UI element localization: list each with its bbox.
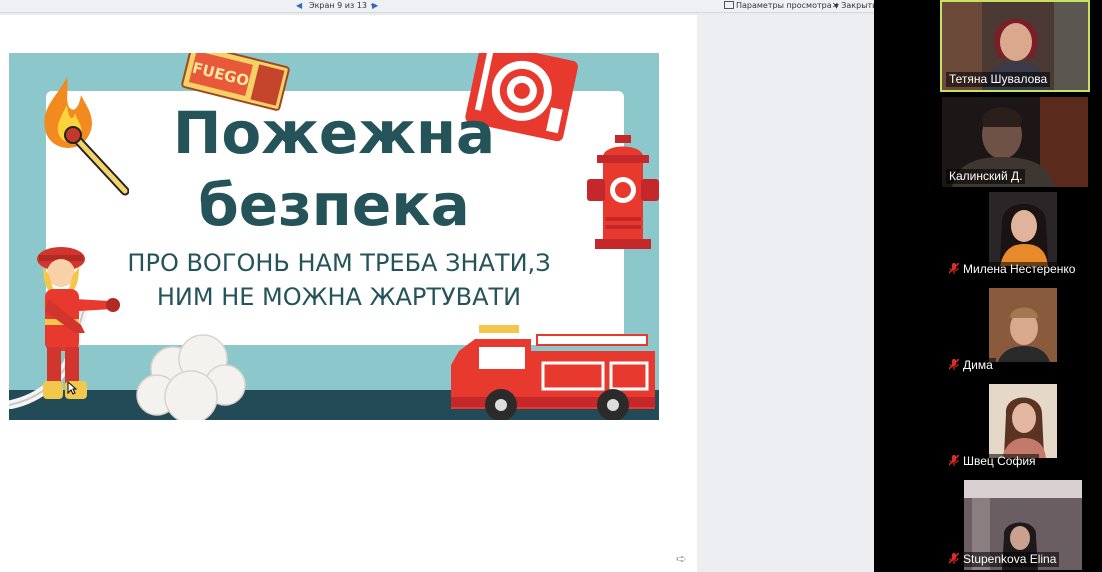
fire-hydrant-icon — [587, 135, 659, 249]
close-label: Закрыть — [841, 1, 874, 10]
screen-share-toolbar: ◀ Экран 9 из 13 ▼ ▶ Параметры просмотра ▼… — [0, 0, 874, 13]
mic-muted-icon — [949, 359, 959, 370]
mic-muted-icon — [949, 263, 959, 274]
mic-muted-icon — [949, 455, 959, 466]
view-options-button[interactable]: Параметры просмотра ▼ — [724, 1, 839, 12]
screen-counter-dropdown[interactable]: Экран 9 из 13 ▼ — [309, 1, 376, 12]
slide-subtitle: ПРО ВОГОНЬ НАМ ТРЕБА ЗНАТИ,З НИМ НЕ МОЖН… — [127, 249, 551, 311]
shared-screen-area: ◀ Экран 9 из 13 ▼ ▶ Параметры просмотра ▼… — [0, 0, 874, 572]
next-slide-arrow-icon[interactable]: ➪ — [676, 552, 687, 567]
participant-name: Милена Нестеренко — [946, 262, 1079, 277]
slide: FUEGO Пожежна безпека ПРО ВОГОНЬ НАМ ТРЕ… — [9, 53, 659, 420]
participant-name: Stupenkova Elina — [946, 552, 1060, 567]
smoke-cloud-icon — [136, 334, 246, 420]
view-options-label: Параметры просмотра — [736, 1, 832, 10]
presentation-background — [697, 15, 874, 572]
fire-truck-icon — [451, 325, 655, 420]
slide-title: Пожежна безпека — [172, 99, 496, 239]
screen-counter-label: Экран 9 из 13 — [309, 1, 367, 10]
presentation-page: FUEGO Пожежна безпека ПРО ВОГОНЬ НАМ ТРЕ… — [0, 15, 697, 572]
participant-tile[interactable]: Швец София — [942, 384, 1088, 472]
participant-tile[interactable]: Дима — [942, 288, 1088, 376]
participants-gallery: Тетяна Шувалова Калинский Д. Милена Нест… — [874, 0, 1102, 572]
mic-muted-icon — [949, 553, 959, 564]
participant-name: Калинский Д. — [946, 169, 1026, 184]
close-icon: ✕ — [832, 1, 839, 10]
participant-name: Тетяна Шувалова — [946, 72, 1051, 87]
next-screen-button[interactable]: ▶ — [372, 1, 378, 11]
monitor-icon — [724, 1, 734, 9]
mouse-cursor-icon — [67, 381, 77, 395]
close-share-button[interactable]: ✕ Закрыть — [832, 1, 874, 11]
participant-tile[interactable]: Stupenkova Elina — [942, 480, 1088, 570]
participant-tile[interactable]: Тетяна Шувалова — [940, 0, 1090, 92]
prev-screen-button[interactable]: ◀ — [296, 1, 302, 11]
participant-tile[interactable]: Милена Нестеренко — [942, 192, 1088, 280]
participant-name: Швец София — [946, 454, 1039, 469]
participant-tile[interactable]: Калинский Д. — [942, 97, 1088, 187]
participant-name: Дима — [946, 358, 996, 373]
